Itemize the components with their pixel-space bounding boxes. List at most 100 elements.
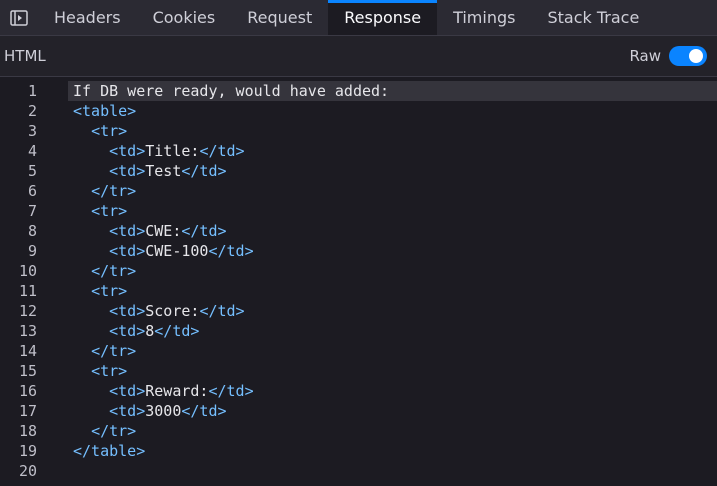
line-content: <td>CWE:</td> <box>73 221 227 241</box>
response-code-editor[interactable]: 1 If DB were ready, would have added: 2 <ta… <box>0 81 717 486</box>
html-tag-token: <tr> <box>91 282 128 300</box>
code-line: 1 If DB were ready, would have added: <box>28 81 717 101</box>
line-content: </tr> <box>73 421 136 441</box>
line-number: 16 <box>18 382 37 400</box>
tab-headers[interactable]: Headers <box>38 0 137 35</box>
line-content: <tr> <box>73 281 127 301</box>
tab-stack-trace[interactable]: Stack Trace <box>531 0 655 35</box>
tab-bar: Headers Cookies Request Response Timings Stac… <box>0 0 717 36</box>
line-content: If DB were ready, would have added: <box>73 81 389 101</box>
line-number: 15 <box>18 362 37 380</box>
line-content: </tr> <box>73 261 136 281</box>
line-number: 8 <box>27 222 37 240</box>
html-tag-token: </td> <box>154 322 200 340</box>
html-tag-token: </tr> <box>91 422 137 440</box>
code-line: 19 </table> <box>0 441 717 461</box>
text-token: Title: <box>145 142 200 160</box>
line-number: 7 <box>27 202 37 220</box>
html-tag-token: <td> <box>109 222 146 240</box>
line-content: <td>Reward:</td> <box>73 381 254 401</box>
raw-toggle-switch[interactable] <box>669 46 707 66</box>
html-tag-token: <td> <box>109 302 146 320</box>
html-tag-token: </td> <box>199 142 245 160</box>
code-line: 5 <td>Test</td> <box>0 161 717 181</box>
html-tag-token: <td> <box>109 402 146 420</box>
panel-toggle-button[interactable] <box>0 0 38 35</box>
html-tag-token: </td> <box>199 302 245 320</box>
line-number: 4 <box>27 142 37 160</box>
line-number: 12 <box>18 302 37 320</box>
code-line: 14 </tr> <box>0 341 717 361</box>
line-number: 2 <box>27 102 37 120</box>
tab-request[interactable]: Request <box>231 0 328 35</box>
line-content: <tr> <box>73 201 127 221</box>
line-number: 13 <box>18 322 37 340</box>
line-number: 17 <box>18 402 37 420</box>
line-number: 20 <box>18 462 37 480</box>
code-line: 20 <box>0 461 717 481</box>
text-token: Test <box>145 162 182 180</box>
code-line: 13 <td>8</td> <box>0 321 717 341</box>
response-toolbar: HTML Raw <box>0 36 717 77</box>
text-token: If DB were ready, would have added: <box>73 82 390 100</box>
html-tag-token: <td> <box>109 322 146 340</box>
html-tag-token: </td> <box>181 402 227 420</box>
html-tag-token: </td> <box>208 242 254 260</box>
line-number: 10 <box>18 262 37 280</box>
html-tag-token: <td> <box>109 142 146 160</box>
html-tag-token: </td> <box>208 382 254 400</box>
html-tag-token: </td> <box>181 222 227 240</box>
code-line: 18 </tr> <box>0 421 717 441</box>
tab-timings[interactable]: Timings <box>437 0 531 35</box>
raw-label: Raw <box>629 47 661 65</box>
code-line: 11 <tr> <box>0 281 717 301</box>
code-line: 7 <tr> <box>0 201 717 221</box>
line-number: 9 <box>27 242 37 260</box>
line-content: </tr> <box>73 341 136 361</box>
text-token: Score: <box>145 302 200 320</box>
code-line: 16 <td>Reward:</td> <box>0 381 717 401</box>
line-content: <td>CWE-100</td> <box>73 241 254 261</box>
text-token: Reward: <box>145 382 209 400</box>
line-number: 1 <box>27 82 37 100</box>
tab-cookies[interactable]: Cookies <box>137 0 232 35</box>
html-tag-token: <td> <box>109 162 146 180</box>
html-tag-token: <table> <box>73 102 137 120</box>
code-line: 6 </tr> <box>0 181 717 201</box>
html-tag-token: <td> <box>109 242 146 260</box>
line-content: <tr> <box>73 361 127 381</box>
line-content: </tr> <box>73 181 136 201</box>
code-line: 12 <td>Score:</td> <box>0 301 717 321</box>
html-tag-token: </td> <box>181 162 227 180</box>
code-line: 8 <td>CWE:</td> <box>0 221 717 241</box>
code-line: 15 <tr> <box>0 361 717 381</box>
code-line: 10 </tr> <box>0 261 717 281</box>
code-line: 17 <td>3000</td> <box>0 401 717 421</box>
line-content: <td>Title:</td> <box>73 141 245 161</box>
code-line: 2 <table> <box>0 101 717 121</box>
text-token: CWE-100 <box>145 242 209 260</box>
sidebar-toggle-icon <box>10 9 28 26</box>
text-token: 3000 <box>145 402 182 420</box>
html-tag-token: <tr> <box>91 122 128 140</box>
line-content: <tr> <box>73 121 127 141</box>
line-number: 3 <box>27 122 37 140</box>
text-token: 8 <box>145 322 155 340</box>
line-number: 14 <box>18 342 37 360</box>
tab-response[interactable]: Response <box>328 0 438 35</box>
line-number: 6 <box>27 182 37 200</box>
html-tag-token: </tr> <box>91 262 137 280</box>
